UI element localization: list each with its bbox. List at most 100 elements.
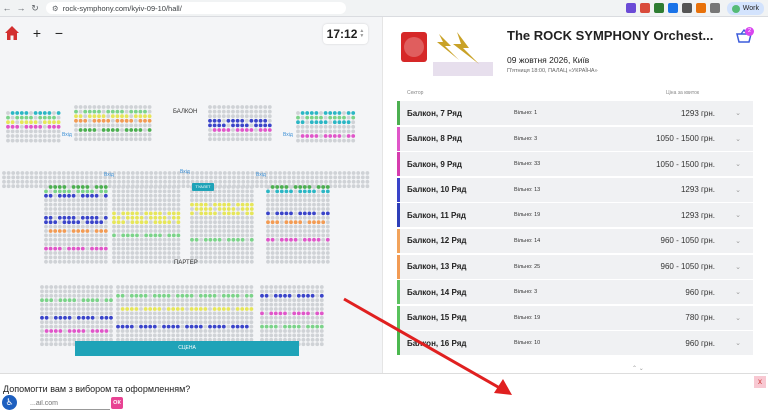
seat[interactable] xyxy=(315,307,320,311)
seat[interactable] xyxy=(235,132,240,137)
ok-button[interactable]: ОК xyxy=(111,397,123,409)
seat[interactable] xyxy=(167,242,172,247)
seat[interactable] xyxy=(325,229,330,233)
seat[interactable] xyxy=(116,246,121,251)
seat[interactable] xyxy=(134,293,139,298)
seat[interactable] xyxy=(44,220,48,225)
seat[interactable] xyxy=(235,324,240,329)
seat[interactable] xyxy=(76,246,81,251)
seat[interactable] xyxy=(62,237,67,242)
seat[interactable] xyxy=(212,137,217,142)
seat[interactable] xyxy=(328,115,333,120)
seat[interactable] xyxy=(199,220,204,225)
seat[interactable] xyxy=(231,255,236,260)
seat[interactable] xyxy=(292,293,297,298)
seat[interactable] xyxy=(74,114,78,119)
seat[interactable] xyxy=(301,329,306,333)
seat[interactable] xyxy=(135,171,140,175)
seat[interactable] xyxy=(346,129,351,134)
seat[interactable] xyxy=(75,175,80,180)
seat[interactable] xyxy=(85,202,90,207)
seat[interactable] xyxy=(208,193,213,198)
seat[interactable] xyxy=(245,233,250,238)
seat[interactable] xyxy=(11,175,16,180)
seat[interactable] xyxy=(231,302,235,307)
seat[interactable] xyxy=(316,198,321,203)
seat[interactable] xyxy=(321,220,326,225)
seat[interactable] xyxy=(328,120,333,125)
seat[interactable] xyxy=(99,237,104,242)
seat[interactable] xyxy=(101,114,106,119)
seat[interactable] xyxy=(44,255,48,260)
seat[interactable] xyxy=(99,259,104,264)
seat[interactable] xyxy=(152,293,157,298)
seat[interactable] xyxy=(213,171,218,175)
seat[interactable] xyxy=(287,293,292,298)
seat[interactable] xyxy=(240,193,245,198)
seat[interactable] xyxy=(198,302,203,307)
seat[interactable] xyxy=(90,255,94,260)
seat[interactable] xyxy=(139,329,143,333)
seat[interactable] xyxy=(270,242,275,247)
seat[interactable] xyxy=(312,202,316,207)
seat[interactable] xyxy=(309,138,314,143)
seat[interactable] xyxy=(29,115,33,120)
seat[interactable] xyxy=(85,255,90,260)
seat[interactable] xyxy=(135,175,140,180)
seat[interactable] xyxy=(120,307,125,311)
seat[interactable] xyxy=(99,202,104,207)
seat[interactable] xyxy=(189,289,194,294)
seat[interactable] xyxy=(135,251,139,255)
seat[interactable] xyxy=(241,175,246,180)
seat[interactable] xyxy=(62,207,67,211)
seat[interactable] xyxy=(129,118,134,123)
seat[interactable] xyxy=(58,285,63,289)
seat[interactable] xyxy=(221,132,226,137)
seat[interactable] xyxy=(305,134,310,138)
seat[interactable] xyxy=(76,259,81,264)
seat[interactable] xyxy=(231,211,236,216)
seat[interactable] xyxy=(176,185,181,189)
seat[interactable] xyxy=(324,175,328,180)
seat[interactable] xyxy=(232,171,236,175)
seat[interactable] xyxy=(310,324,315,329)
seat[interactable] xyxy=(129,285,134,289)
seat[interactable] xyxy=(57,211,62,216)
seat[interactable] xyxy=(194,207,199,211)
seat[interactable] xyxy=(76,333,81,338)
seat[interactable] xyxy=(61,175,66,180)
seat[interactable] xyxy=(153,229,158,233)
seat[interactable] xyxy=(342,184,347,189)
seat[interactable] xyxy=(99,298,104,303)
seat[interactable] xyxy=(287,320,292,325)
seat[interactable] xyxy=(236,220,240,225)
seat[interactable] xyxy=(120,320,125,325)
seat[interactable] xyxy=(92,105,97,109)
seat[interactable] xyxy=(226,320,231,325)
seat[interactable] xyxy=(227,179,232,184)
seat[interactable] xyxy=(135,259,139,264)
seat[interactable] xyxy=(139,298,143,303)
seat[interactable] xyxy=(148,320,153,325)
seat[interactable] xyxy=(104,285,109,289)
seat[interactable] xyxy=(167,189,172,194)
seat[interactable] xyxy=(312,255,316,260)
seat[interactable] xyxy=(337,138,342,143)
seat[interactable] xyxy=(71,193,76,198)
seat[interactable] xyxy=(53,307,58,311)
seat[interactable] xyxy=(217,311,222,316)
seat[interactable] xyxy=(116,307,120,311)
seat[interactable] xyxy=(245,198,250,203)
seat[interactable] xyxy=(143,123,147,128)
seat[interactable] xyxy=(319,293,324,298)
seat[interactable] xyxy=(76,193,81,198)
seat[interactable] xyxy=(19,124,24,129)
seat[interactable] xyxy=(203,285,208,289)
seat[interactable] xyxy=(307,202,312,207)
seat[interactable] xyxy=(106,123,111,128)
seat[interactable] xyxy=(231,220,236,225)
seat[interactable] xyxy=(236,224,240,229)
seat[interactable] xyxy=(189,311,194,316)
seat[interactable] xyxy=(148,189,153,194)
seat[interactable] xyxy=(121,211,126,216)
